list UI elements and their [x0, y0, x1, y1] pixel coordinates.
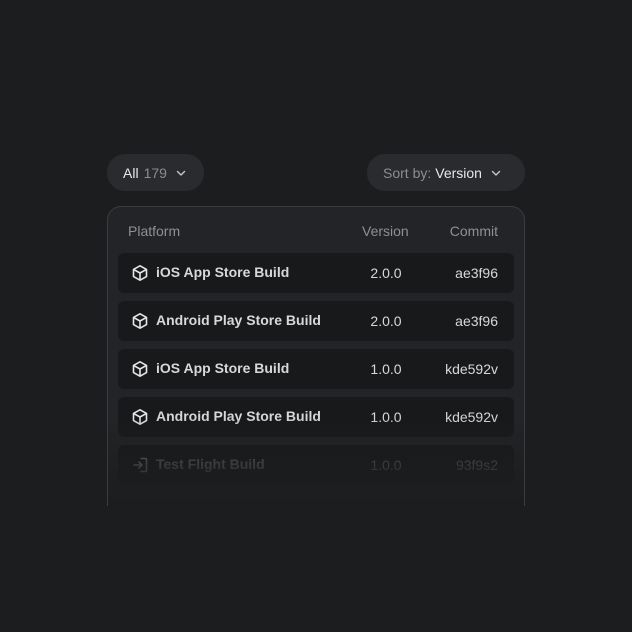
column-header-commit[interactable]: Commit: [450, 223, 498, 239]
filter-dropdown[interactable]: All 179: [107, 154, 204, 191]
table-row[interactable]: iOS App Store Build 2.0.0 ae3f96: [118, 253, 514, 293]
commit-hash: kde592v: [445, 361, 498, 377]
table-row[interactable]: Android Play Store Build 2.0.0 ae3f96: [118, 301, 514, 341]
package-icon: [131, 312, 149, 330]
chevron-down-icon: [176, 168, 186, 178]
commit-hash: ae3f96: [455, 313, 498, 329]
sort-dropdown[interactable]: Sort by: Version: [367, 154, 525, 191]
table-row[interactable]: iOS App Store Build 1.0.0 kde592v: [118, 349, 514, 389]
sign-in-icon: [131, 456, 149, 474]
package-icon: [131, 360, 149, 378]
commit-hash: kde592v: [445, 409, 498, 425]
platform-name: iOS App Store Build: [156, 360, 290, 376]
table-row[interactable]: Test Flight Build 1.0.0 93f9s2: [118, 445, 514, 485]
platform-name: Test Flight Build: [156, 456, 265, 472]
package-icon: [131, 408, 149, 426]
filter-label: All: [123, 164, 139, 181]
version-value: 2.0.0: [370, 265, 402, 281]
filter-count: 179: [143, 164, 167, 181]
package-icon: [131, 264, 149, 282]
chevron-down-icon: [491, 168, 501, 178]
platform-name: iOS App Store Build: [156, 264, 290, 280]
table-row[interactable]: Android Play Store Build 1.0.0 kde592v: [118, 397, 514, 437]
column-header-platform[interactable]: Platform: [128, 223, 180, 239]
builds-table: Platform Version Commit iOS App Store Bu…: [107, 206, 525, 506]
platform-name: Android Play Store Build: [156, 408, 321, 424]
sort-value: Version: [435, 164, 482, 181]
column-header-version[interactable]: Version: [362, 223, 409, 239]
version-value: 1.0.0: [370, 409, 402, 425]
table-header: Platform Version Commit: [108, 223, 524, 241]
commit-hash: 93f9s2: [455, 457, 498, 473]
commit-hash: ae3f96: [455, 265, 498, 281]
version-value: 2.0.0: [370, 313, 402, 329]
sort-label: Sort by:: [383, 164, 432, 181]
version-value: 1.0.0: [370, 361, 402, 377]
platform-name: Android Play Store Build: [156, 312, 321, 328]
version-value: 1.0.0: [370, 457, 402, 473]
